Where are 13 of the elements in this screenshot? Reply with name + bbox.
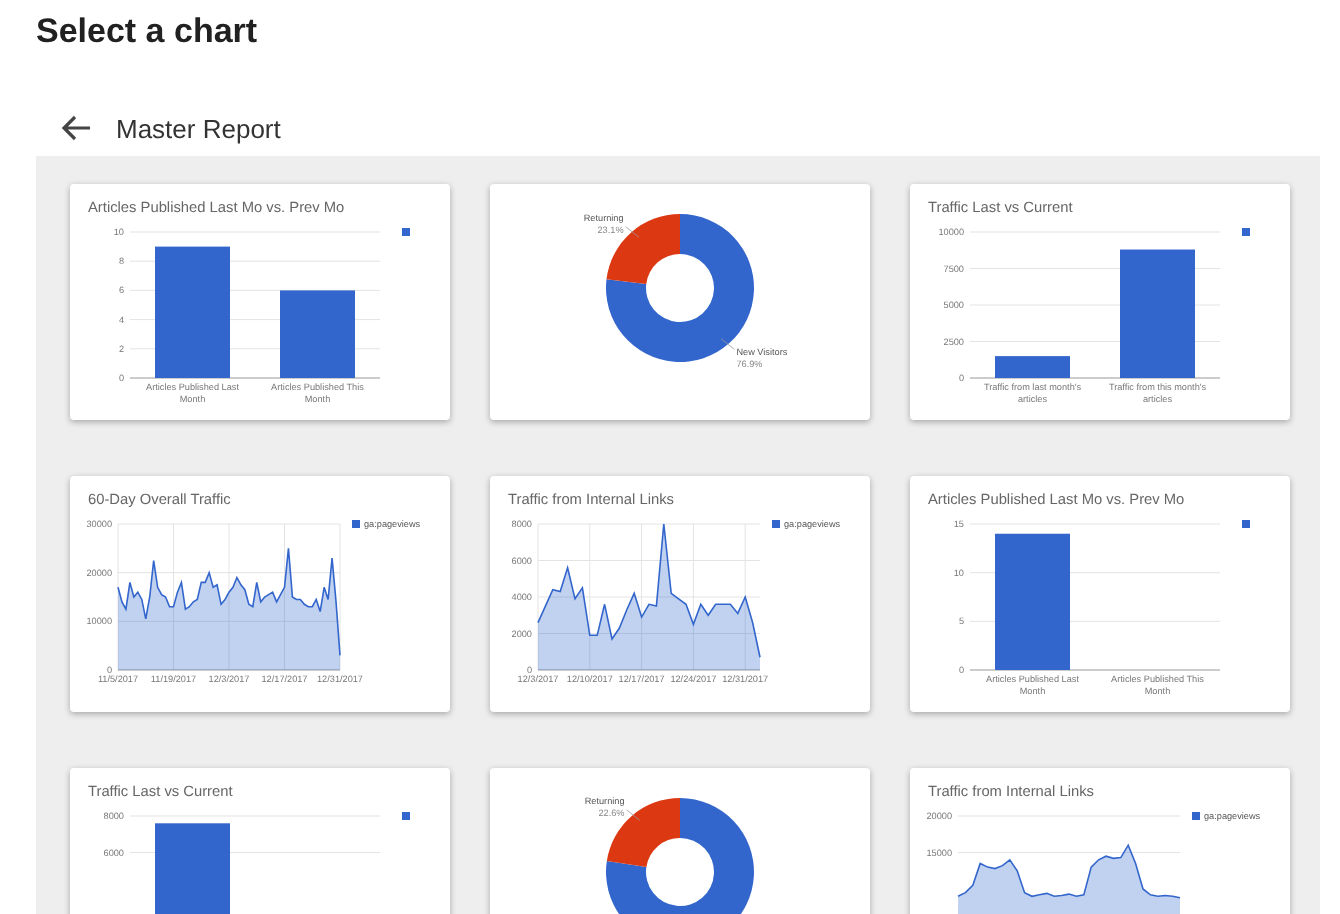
legend-swatch [402,228,410,236]
legend-swatch [1192,812,1200,820]
leader-line [626,809,640,821]
legend-swatch [1242,228,1250,236]
leader-line [720,338,735,350]
legend-swatch [352,520,360,528]
legend-swatch [1242,520,1250,528]
legend-swatch [402,812,410,820]
report-title: Master Report [116,113,281,143]
leader-line [625,226,640,238]
back-arrow-icon[interactable] [60,114,92,142]
page-title: Select a chart [34,10,260,54]
legend-swatch [772,520,780,528]
